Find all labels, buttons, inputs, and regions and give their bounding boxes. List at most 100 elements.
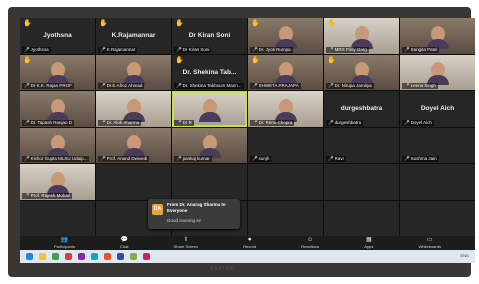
muted-mic-icon: 🎤 xyxy=(252,156,258,161)
muted-mic-icon: 🎤 xyxy=(404,83,410,88)
participant-tile[interactable]: 🎤Dr R xyxy=(172,91,247,127)
taskbar-app-icon[interactable] xyxy=(78,253,85,260)
empty-tile xyxy=(324,164,399,200)
participant-name-label: 🎤Prof. Anand Dwivedi xyxy=(98,156,150,162)
taskbar-app-icon[interactable] xyxy=(130,253,137,260)
participant-video xyxy=(274,98,297,122)
chat-sender-avatar: DA xyxy=(152,204,163,215)
participant-name-label: 🎤Dr. Jyoti Rumpa xyxy=(250,46,293,53)
meeting-toolbar: 👥 Participants 💬 Chat ⬆ Share Screen ⏺ Record ☺ R… xyxy=(20,236,475,250)
participant-name: Doyel Aich xyxy=(410,119,432,125)
muted-mic-icon: 🎤 xyxy=(404,119,410,125)
participant-name: Dr K.K. Rajan PROF xyxy=(30,83,72,88)
taskbar-app-icon[interactable] xyxy=(65,253,72,260)
raised-hand-icon: ✋ xyxy=(23,56,32,64)
participant-name-label: 🎤Kishor Gupta MLSU Udaip... xyxy=(22,156,90,162)
participant-tile[interactable]: 🎤Leena Singh xyxy=(400,54,475,90)
muted-mic-icon: 🎤 xyxy=(100,156,106,161)
participant-display-name: Jyothsna xyxy=(43,32,72,40)
participant-name-label: 🎤Ravi xyxy=(326,156,346,162)
share-screen-button[interactable]: ⬆ Share Screen xyxy=(174,237,198,249)
share-screen-icon: ⬆ xyxy=(183,237,189,243)
participant-tile[interactable]: Dr. Shekina Tab... ✋ 🎤Dr. Shekina Tabbsum … xyxy=(172,54,247,90)
participant-name-label: 🎤Dr Kiran Soni xyxy=(174,46,212,53)
participant-tile[interactable]: ✋ 🎤Dr K.K. Rajan PROF xyxy=(20,54,95,90)
participant-tile[interactable]: ✋ 🎤Dr. Nirupa Jaroliya xyxy=(324,54,399,90)
empty-tile xyxy=(324,200,399,236)
participant-name-label: 🎤Dr. Shekina Tabbsum Mann... xyxy=(174,83,244,89)
participant-tile[interactable]: ✋ 🎤MRS Polly Garg xyxy=(324,18,399,54)
participant-tile[interactable]: Jyothsna ✋ 🎤Jyothsna xyxy=(20,18,95,54)
participant-name-label: 🎤SHWETA PRAJAPA xyxy=(250,83,301,89)
participant-video xyxy=(350,62,373,86)
participant-name: Prof. Anand Dwivedi xyxy=(106,156,148,161)
participant-video xyxy=(122,62,145,86)
muted-mic-icon: 🎤 xyxy=(252,46,258,52)
participant-video xyxy=(350,25,373,49)
participant-tile[interactable]: 🎤Kishor Gupta MLSU Udaip... xyxy=(20,127,95,163)
participant-gallery: Jyothsna ✋ 🎤Jyothsna K.Rajamannar ✋ 🎤K.Rajama… xyxy=(20,18,475,236)
participant-tile[interactable]: 🎤Dr. Alok Sharma xyxy=(96,91,171,127)
apps-icon: ▦ xyxy=(365,237,372,243)
taskbar-app-icon[interactable] xyxy=(52,253,59,260)
muted-mic-icon: 🎤 xyxy=(176,119,182,125)
muted-mic-icon: 🎤 xyxy=(176,83,182,88)
os-taskbar: ENG xyxy=(20,250,475,263)
reactions-icon: ☺ xyxy=(307,237,314,243)
chat-button[interactable]: 💬 Chat xyxy=(120,237,128,249)
system-tray[interactable]: ENG xyxy=(460,253,469,258)
participant-tile[interactable]: 🎤Prof. Anand Dwivedi xyxy=(96,127,171,163)
participant-tile[interactable]: 🎤Prof. Rajesh Mohan xyxy=(20,164,95,200)
laptop-brand: ASPIRE xyxy=(210,266,235,272)
participant-name: Leena Singh xyxy=(410,83,436,88)
participant-tile[interactable]: ✋ 🎤Dr. Jyoti Rumpa xyxy=(248,18,323,54)
participant-name: pankaj kumar xyxy=(182,156,210,161)
participant-tile[interactable]: 🎤pankaj kumar xyxy=(172,127,247,163)
taskbar-app-icon[interactable] xyxy=(117,253,124,260)
participant-tile[interactable]: durgeshbatra 🎤durgeshbatra xyxy=(324,91,399,127)
taskbar-app-icon[interactable] xyxy=(104,253,111,260)
participant-name: Kishor Gupta MLSU Udaip... xyxy=(30,156,88,161)
muted-mic-icon: 🎤 xyxy=(404,46,410,52)
participant-tile[interactable]: K.Rajamannar ✋ 🎤K.Rajamannar xyxy=(96,18,171,54)
whiteboard-button[interactable]: ▭ Whiteboards xyxy=(419,237,441,249)
participant-name: Dr. Shekina Tabbsum Mann... xyxy=(182,83,242,88)
participant-video xyxy=(198,135,221,159)
participant-tile[interactable]: Doyel Aich 🎤Doyel Aich xyxy=(400,91,475,127)
participant-tile[interactable]: 🎤sunjh xyxy=(248,127,323,163)
chat-notification[interactable]: DA From Dr. Anurag Sharma to Everyone Go… xyxy=(148,199,240,229)
muted-mic-icon: 🎤 xyxy=(252,83,258,88)
participant-name: Jyothsna xyxy=(30,46,49,52)
participant-tile[interactable]: 🎤Sangita Patel xyxy=(400,18,475,54)
participant-display-name: Dr Kiran Soni xyxy=(188,32,231,40)
people-button[interactable]: 👥 Participants xyxy=(54,237,75,249)
muted-mic-icon: 🎤 xyxy=(24,119,30,125)
participant-name-label: 🎤MRS Polly Garg xyxy=(326,46,369,53)
taskbar-app-icon[interactable] xyxy=(26,253,33,260)
participant-display-name: durgeshbatra xyxy=(340,105,383,113)
empty-tile xyxy=(20,200,95,236)
muted-mic-icon: 🎤 xyxy=(24,46,30,52)
participant-name-label: 🎤Prof. Rajesh Mohan xyxy=(22,192,73,199)
participant-video xyxy=(122,135,145,159)
taskbar-app-icon[interactable] xyxy=(91,253,98,260)
participant-tile[interactable]: ✋ 🎤SHWETA PRAJAPA xyxy=(248,54,323,90)
participant-name: Prof. Rajesh Mohan xyxy=(30,192,71,198)
participant-display-name: Doyel Aich xyxy=(420,105,455,113)
reactions-button[interactable]: ☺ Reactions xyxy=(301,237,319,249)
taskbar-app-icon[interactable] xyxy=(39,253,46,260)
muted-mic-icon: 🎤 xyxy=(328,83,334,88)
participant-name: Dr. Tapash Ranjan D xyxy=(30,119,73,125)
taskbar-app-icon[interactable] xyxy=(143,253,150,260)
participant-name-label: 🎤Dr. Tapash Ranjan D xyxy=(22,119,75,126)
participant-tile[interactable]: 🎤Dr. Renu Chopra xyxy=(248,91,323,127)
record-button[interactable]: ⏺ Record xyxy=(243,237,256,249)
participant-tile[interactable]: Dr Kiran Soni ✋ 🎤Dr Kiran Soni xyxy=(172,18,247,54)
participant-tile[interactable]: 🎤Dr.E.Afroz Ahmad xyxy=(96,54,171,90)
participant-name: Dr.E.Afroz Ahmad xyxy=(106,83,143,88)
participant-tile[interactable]: 🎤Dr. Tapash Ranjan D xyxy=(20,91,95,127)
apps-button[interactable]: ▦ Apps xyxy=(364,237,373,249)
participant-tile[interactable]: 🎤Ravi xyxy=(324,127,399,163)
empty-tile xyxy=(96,164,171,200)
participant-tile[interactable]: 🎤Sushma Jain xyxy=(400,127,475,163)
